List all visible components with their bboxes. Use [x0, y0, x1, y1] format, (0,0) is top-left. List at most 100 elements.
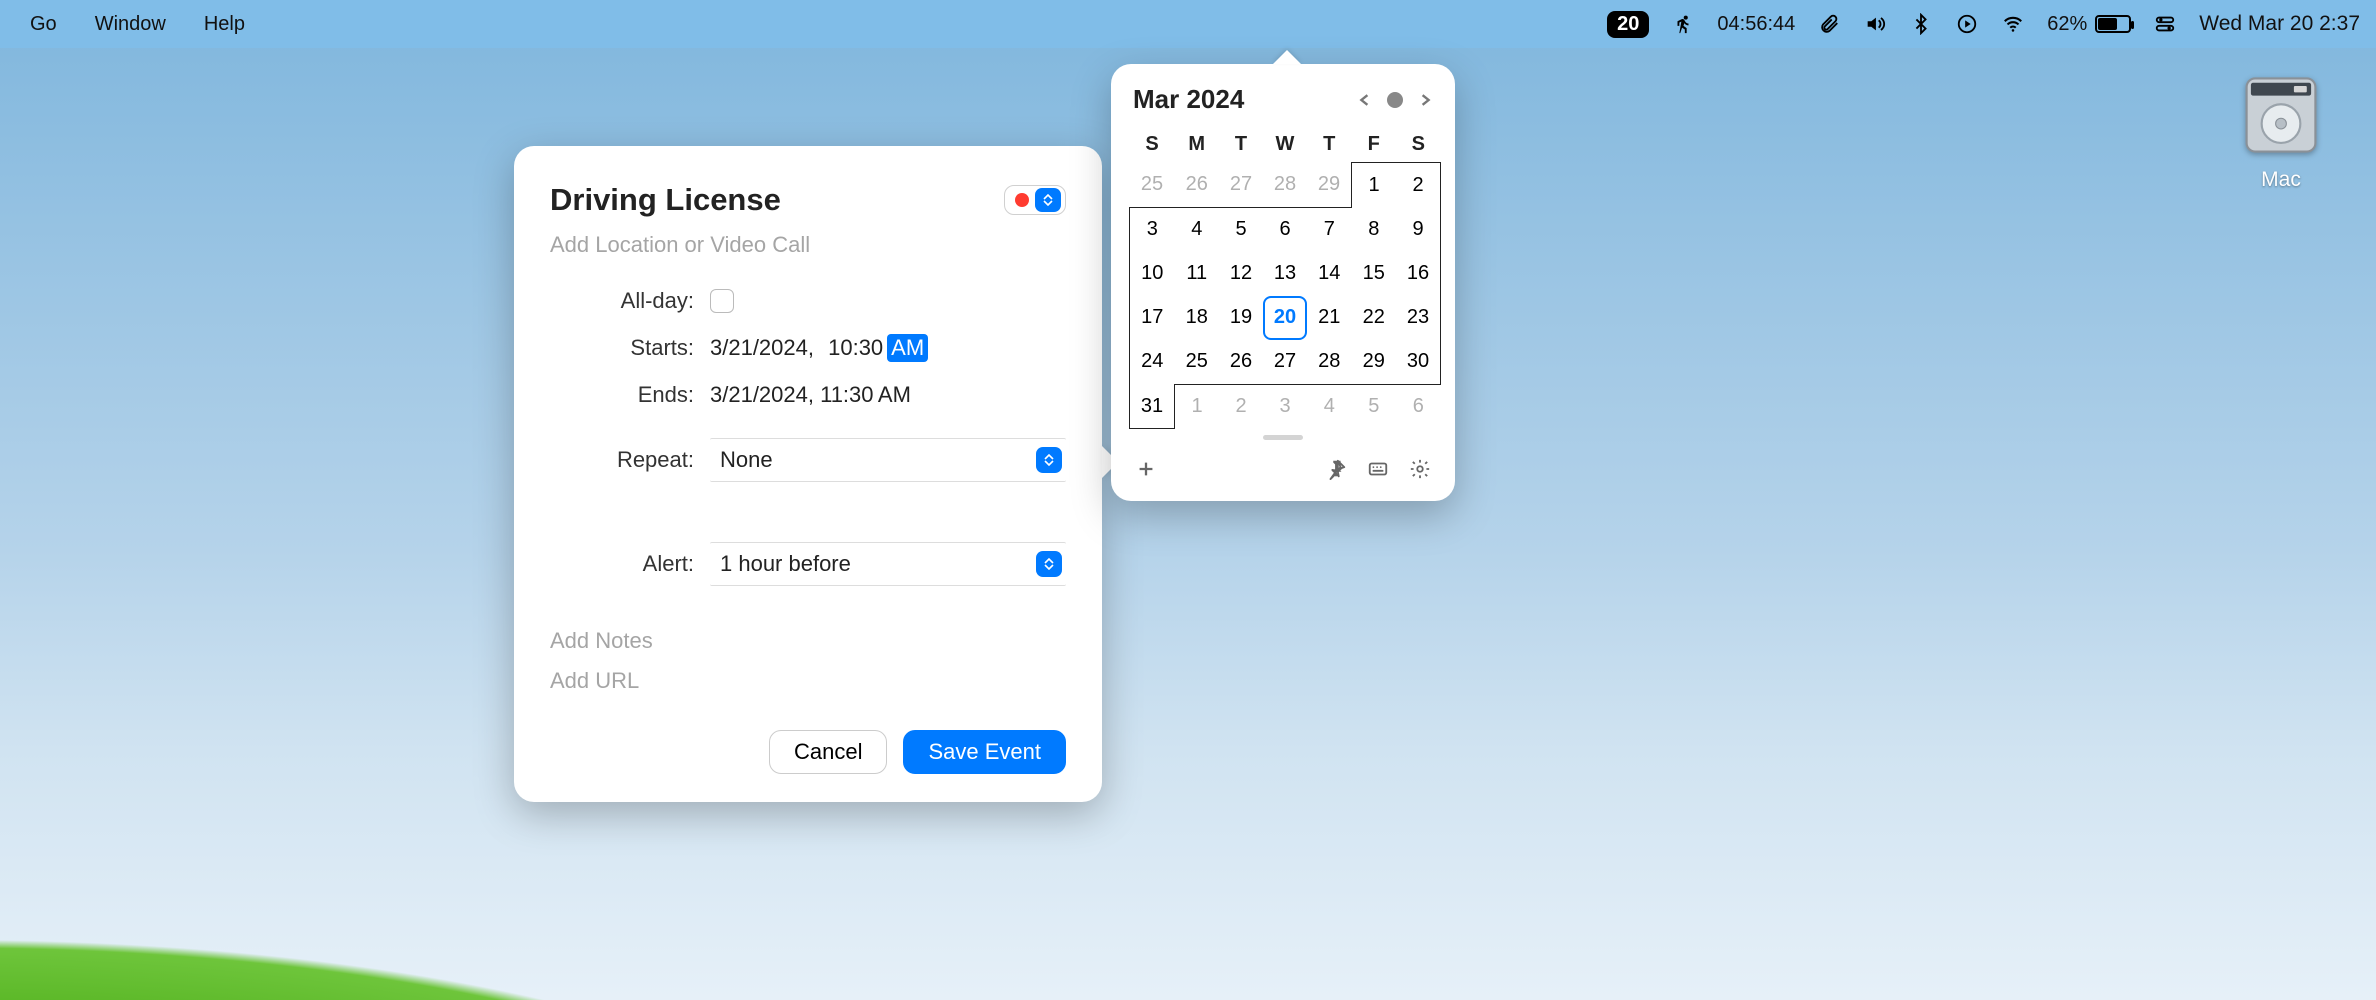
calendar-day[interactable]: 17 — [1130, 296, 1174, 340]
calendar-day[interactable]: 3 — [1130, 208, 1174, 252]
calendar-day[interactable]: 6 — [1263, 208, 1307, 252]
calendar-day[interactable]: 4 — [1175, 208, 1219, 252]
calendar-day[interactable]: 13 — [1263, 252, 1307, 296]
repeat-value: None — [720, 447, 773, 473]
event-title-input[interactable]: Driving License — [550, 182, 781, 218]
calendar-day[interactable]: 19 — [1219, 296, 1263, 340]
calendar-day[interactable]: 24 — [1130, 340, 1174, 384]
calendar-day[interactable]: 1 — [1175, 385, 1219, 429]
weekday-header: S — [1130, 127, 1175, 163]
drag-handle[interactable] — [1263, 435, 1303, 440]
menu-go[interactable]: Go — [24, 9, 63, 40]
weekday-header: T — [1307, 127, 1352, 163]
calendar-day[interactable]: 28 — [1263, 163, 1307, 207]
calendar-day[interactable]: 9 — [1396, 207, 1440, 251]
today-button[interactable] — [1387, 92, 1403, 108]
calendar-day[interactable]: 27 — [1263, 340, 1307, 384]
location-input[interactable]: Add Location or Video Call — [550, 232, 1066, 258]
event-editor-popover: Driving License Add Location or Video Ca… — [514, 146, 1102, 802]
add-event-button[interactable] — [1135, 458, 1157, 485]
menubar-uptime[interactable]: 04:56:44 — [1717, 13, 1795, 36]
volume-icon[interactable] — [1863, 12, 1887, 36]
calendar-day[interactable]: 15 — [1352, 252, 1396, 296]
calendar-grid: SMTWTFS 25262728291234567891011121314151… — [1129, 127, 1441, 429]
calendar-day[interactable]: 10 — [1130, 252, 1174, 296]
desktop-drive-label[interactable]: Mac — [2261, 168, 2301, 192]
calendar-day[interactable]: 25 — [1175, 340, 1219, 384]
calendar-color-dot — [1015, 193, 1029, 207]
menu-window[interactable]: Window — [89, 9, 172, 40]
calendar-day[interactable]: 29 — [1352, 340, 1396, 384]
calendar-day[interactable]: 11 — [1175, 252, 1219, 296]
calendar-day[interactable]: 5 — [1219, 208, 1263, 252]
running-icon[interactable] — [1671, 12, 1695, 36]
calendar-day[interactable]: 26 — [1219, 340, 1263, 384]
alert-label: Alert: — [550, 551, 710, 577]
calendar-chooser[interactable] — [1004, 185, 1066, 215]
calendar-day[interactable]: 16 — [1396, 252, 1440, 296]
paperclip-icon[interactable] — [1817, 12, 1841, 36]
calendar-day[interactable]: 2 — [1396, 163, 1440, 207]
calendar-day[interactable]: 2 — [1219, 385, 1263, 429]
calendar-day[interactable]: 22 — [1352, 296, 1396, 340]
pin-icon[interactable] — [1325, 458, 1347, 485]
menu-help[interactable]: Help — [198, 9, 251, 40]
calendar-day[interactable]: 4 — [1307, 385, 1351, 429]
ends-datetime-input[interactable]: 3/21/2024, 11:30 AM — [710, 382, 911, 408]
weekday-header: F — [1352, 127, 1397, 163]
calendar-day[interactable]: 28 — [1307, 340, 1351, 384]
calendar-day[interactable]: 1 — [1352, 163, 1396, 207]
next-month-button[interactable] — [1417, 92, 1433, 108]
calendar-day[interactable]: 14 — [1307, 252, 1351, 296]
calendar-day[interactable]: 23 — [1396, 296, 1440, 340]
keyboard-icon[interactable] — [1367, 458, 1389, 485]
weekday-header: W — [1263, 127, 1307, 163]
starts-ampm-selected[interactable]: AM — [887, 334, 928, 362]
alert-value: 1 hour before — [720, 551, 851, 577]
calendar-day[interactable]: 20 — [1263, 296, 1307, 340]
play-circle-icon[interactable] — [1955, 12, 1979, 36]
stepper-icon — [1035, 188, 1061, 212]
save-event-button[interactable]: Save Event — [903, 730, 1066, 774]
calendar-day[interactable]: 6 — [1396, 385, 1440, 429]
notes-input[interactable]: Add Notes — [550, 628, 1066, 654]
calendar-day[interactable]: 27 — [1219, 163, 1263, 207]
menubar-date-badge[interactable]: 20 — [1607, 11, 1649, 38]
menubar-clock[interactable]: Wed Mar 20 2:37 — [2199, 12, 2360, 36]
calendar-month-title: Mar 2024 — [1133, 84, 1244, 115]
starts-label: Starts: — [550, 335, 710, 361]
calendar-day[interactable]: 26 — [1175, 163, 1219, 207]
calendar-day[interactable]: 3 — [1263, 385, 1307, 429]
stepper-icon — [1036, 551, 1062, 577]
settings-gear-icon[interactable] — [1409, 458, 1431, 485]
calendar-day[interactable]: 30 — [1396, 340, 1440, 384]
allday-label: All-day: — [550, 288, 710, 314]
calendar-day[interactable]: 21 — [1307, 296, 1351, 340]
alert-select[interactable]: 1 hour before — [710, 542, 1066, 586]
calendar-day[interactable]: 5 — [1352, 385, 1396, 429]
wallpaper-grass — [0, 780, 2376, 1000]
weekday-header: M — [1175, 127, 1220, 163]
starts-datetime-input[interactable]: 3/21/2024, 10:30 AM — [710, 334, 928, 362]
cancel-button[interactable]: Cancel — [769, 730, 887, 774]
calendar-day[interactable]: 29 — [1307, 163, 1351, 207]
repeat-select[interactable]: None — [710, 438, 1066, 482]
calendar-day[interactable]: 25 — [1130, 163, 1174, 207]
calendar-day[interactable]: 12 — [1219, 252, 1263, 296]
desktop-drive-icon[interactable] — [2236, 70, 2326, 160]
calendar-day[interactable]: 8 — [1352, 207, 1396, 251]
calendar-day[interactable]: 31 — [1130, 384, 1174, 428]
battery-status[interactable]: 62% — [2047, 13, 2131, 36]
allday-checkbox[interactable] — [710, 289, 734, 313]
wifi-icon[interactable] — [2001, 12, 2025, 36]
url-input[interactable]: Add URL — [550, 668, 1066, 694]
ends-label: Ends: — [550, 382, 710, 408]
calendar-day[interactable]: 7 — [1307, 208, 1351, 252]
prev-month-button[interactable] — [1357, 92, 1373, 108]
control-center-icon[interactable] — [2153, 12, 2177, 36]
bluetooth-icon[interactable] — [1909, 12, 1933, 36]
repeat-label: Repeat: — [550, 447, 710, 473]
menubar: Go Window Help 20 04:56:44 62% W — [0, 0, 2376, 48]
calendar-day[interactable]: 18 — [1175, 296, 1219, 340]
weekday-header: S — [1396, 127, 1441, 163]
